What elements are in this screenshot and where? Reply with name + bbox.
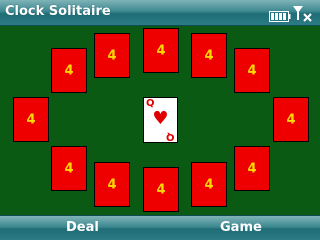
pile-count: 4 — [156, 182, 166, 197]
title-bar: Clock Solitaire — [0, 0, 320, 26]
pile-count: 4 — [107, 177, 117, 192]
pile-count: 4 — [247, 63, 257, 78]
pile-count: 4 — [156, 43, 166, 58]
pile-count: 4 — [204, 48, 214, 63]
playfield: 4 4 4 4 4 4 4 4 4 4 4 4 Q ♥ Q — [0, 26, 320, 215]
pile-11[interactable]: 4 — [94, 33, 130, 78]
pile-4[interactable]: 4 — [234, 146, 270, 191]
pile-count: 4 — [64, 63, 74, 78]
deal-softkey[interactable]: Deal — [66, 220, 99, 235]
heart-icon: ♥ — [152, 108, 169, 129]
pile-3[interactable]: 4 — [273, 97, 309, 142]
pile-2[interactable]: 4 — [234, 48, 270, 93]
pile-count: 4 — [247, 161, 257, 176]
pile-10[interactable]: 4 — [51, 48, 87, 93]
pile-count: 4 — [204, 177, 214, 192]
softkey-bar: Deal Game — [0, 215, 320, 240]
pile-12[interactable]: 4 — [143, 28, 179, 73]
pile-6[interactable]: 4 — [143, 167, 179, 212]
pile-7[interactable]: 4 — [94, 162, 130, 207]
signal-off-icon — [292, 5, 314, 26]
pile-1[interactable]: 4 — [191, 33, 227, 78]
pile-5[interactable]: 4 — [191, 162, 227, 207]
app-title: Clock Solitaire — [5, 4, 111, 19]
center-card[interactable]: Q ♥ Q — [143, 97, 178, 143]
pile-count: 4 — [286, 112, 296, 127]
pile-count: 4 — [64, 161, 74, 176]
game-softkey[interactable]: Game — [220, 220, 262, 235]
pile-9[interactable]: 4 — [13, 97, 49, 142]
pile-8[interactable]: 4 — [51, 146, 87, 191]
card-rank-bottom: Q — [166, 131, 175, 142]
battery-icon — [269, 7, 291, 26]
pile-count: 4 — [107, 48, 117, 63]
pile-count: 4 — [26, 112, 36, 127]
